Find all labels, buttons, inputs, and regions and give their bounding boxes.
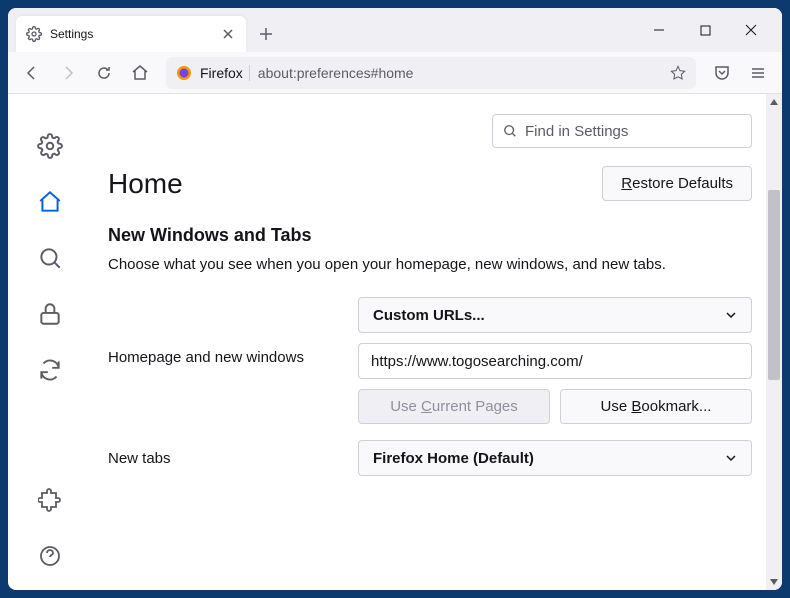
url-prefix: Firefox xyxy=(200,65,250,81)
content-area: Find in Settings Home Restore Defaults N… xyxy=(8,94,782,590)
search-placeholder: Find in Settings xyxy=(525,123,628,140)
tab-label: Settings xyxy=(50,27,212,41)
minimize-button[interactable] xyxy=(636,14,682,46)
page-title: Home xyxy=(108,168,183,200)
url-bar[interactable]: Firefox about:preferences#home xyxy=(166,57,696,89)
save-to-pocket-button[interactable] xyxy=(706,57,738,89)
close-icon[interactable] xyxy=(220,26,236,42)
forward-button[interactable] xyxy=(52,57,84,89)
select-value: Custom URLs... xyxy=(373,307,485,324)
newtabs-label: New tabs xyxy=(108,450,340,467)
browser-window: Settings Firefox about:preferences#home xyxy=(8,8,782,590)
back-button[interactable] xyxy=(16,57,48,89)
sidebar-search[interactable] xyxy=(28,236,72,280)
homepage-label: Homepage and new windows xyxy=(108,297,340,366)
close-window-button[interactable] xyxy=(728,14,774,46)
app-menu-button[interactable] xyxy=(742,57,774,89)
window-controls xyxy=(636,8,774,52)
tab-settings[interactable]: Settings xyxy=(16,16,246,52)
scroll-up-arrow[interactable] xyxy=(766,94,782,110)
newtabs-select[interactable]: Firefox Home (Default) xyxy=(358,440,752,476)
maximize-button[interactable] xyxy=(682,14,728,46)
new-tab-button[interactable] xyxy=(250,18,282,50)
tab-bar: Settings xyxy=(8,8,782,52)
search-icon xyxy=(503,124,517,138)
scroll-down-arrow[interactable] xyxy=(766,574,782,590)
home-button[interactable] xyxy=(124,57,156,89)
use-bookmark-button[interactable]: Use Bookmark... xyxy=(560,389,752,424)
search-input[interactable]: Find in Settings xyxy=(492,114,752,148)
homepage-mode-select[interactable]: Custom URLs... xyxy=(358,297,752,333)
chevron-down-icon xyxy=(725,309,737,321)
main-content: Find in Settings Home Restore Defaults N… xyxy=(92,94,782,590)
sidebar-help[interactable] xyxy=(28,534,72,578)
homepage-url-input[interactable] xyxy=(358,343,752,379)
reload-button[interactable] xyxy=(88,57,120,89)
sidebar xyxy=(8,94,92,590)
firefox-logo-icon xyxy=(176,65,192,81)
sidebar-home[interactable] xyxy=(28,180,72,224)
use-current-pages-button[interactable]: Use Current Pages xyxy=(358,389,550,424)
url-text: about:preferences#home xyxy=(258,65,414,81)
sidebar-extensions[interactable] xyxy=(28,478,72,522)
select-value: Firefox Home (Default) xyxy=(373,450,534,467)
gear-icon xyxy=(26,26,42,42)
scrollbar[interactable] xyxy=(766,94,782,590)
sidebar-privacy[interactable] xyxy=(28,292,72,336)
scrollbar-thumb[interactable] xyxy=(768,190,780,380)
section-description: Choose what you see when you open your h… xyxy=(108,256,752,273)
section-title: New Windows and Tabs xyxy=(108,225,752,246)
toolbar: Firefox about:preferences#home xyxy=(8,52,782,94)
sidebar-sync[interactable] xyxy=(28,348,72,392)
chevron-down-icon xyxy=(725,452,737,464)
bookmark-star-icon[interactable] xyxy=(670,65,686,81)
sidebar-general[interactable] xyxy=(28,124,72,168)
restore-defaults-button[interactable]: Restore Defaults xyxy=(602,166,752,201)
